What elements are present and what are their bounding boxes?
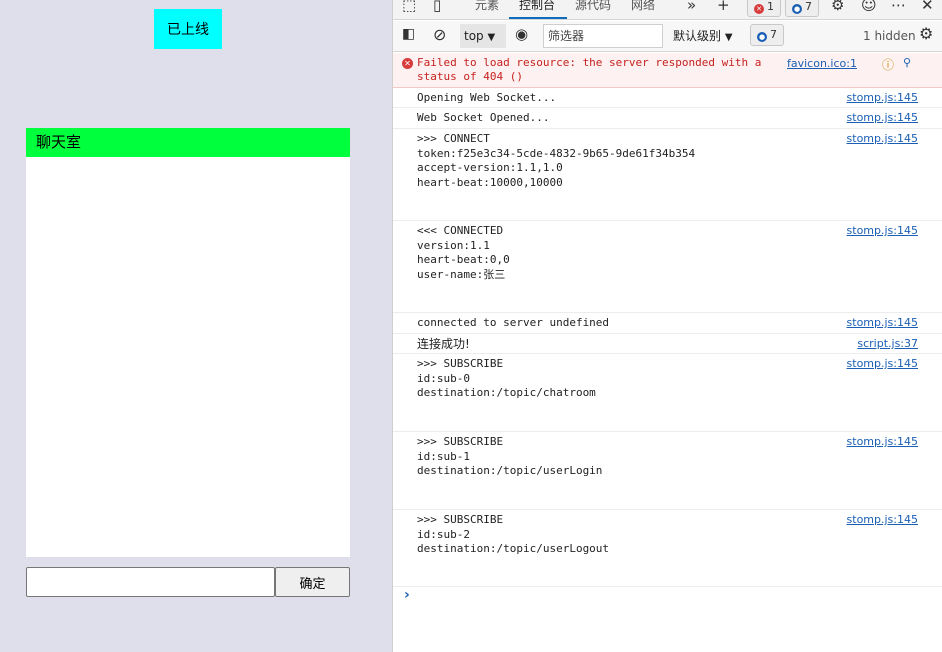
live-expression-eye-icon[interactable]: ◉ [515,25,528,43]
log-text: connected to server undefined [417,316,610,329]
log-row: >>> CONNECT token:f25e3c34-5cde-4832-9b6… [393,129,942,221]
message-input[interactable] [26,567,275,597]
log-row: 连接成功! script.js:37 [393,334,942,354]
info-icon[interactable]: ⓘ [882,56,894,73]
log-text: >>> SUBSCRIBE id:sub-2 destination:/topi… [417,513,610,555]
clear-console-icon[interactable]: ⊘ [433,25,446,44]
settings-gear-icon[interactable]: ⚙ [831,0,844,14]
error-message-row: ✕ Failed to load resource: the server re… [393,53,942,88]
sidebar-toggle-icon[interactable]: ◧ [402,26,415,42]
error-icon: ✕ [402,58,413,69]
issues-count: 7 [770,28,777,41]
console-settings-gear-icon[interactable]: ⚙ [919,24,933,43]
log-source-link[interactable]: stomp.js:145 [847,224,918,237]
log-row: >>> SUBSCRIBE id:sub-0 destination:/topi… [393,354,942,432]
context-value: top [464,29,484,43]
log-text: >>> CONNECT token:f25e3c34-5cde-4832-9b6… [417,132,696,189]
add-tab-icon[interactable]: + [717,0,730,14]
online-status-badge: 已上线 [154,9,222,49]
tab-console[interactable]: 控制台 [519,0,555,13]
log-text: <<< CONNECTED version:1.1 heart-beat:0,0… [417,224,510,281]
context-select[interactable]: top ▼ [460,24,506,48]
active-tab-indicator [509,17,567,19]
feedback-icon[interactable]: ☺ [861,0,877,14]
log-source-link[interactable]: stomp.js:145 [847,132,918,145]
console-prompt-chevron-icon[interactable]: › [404,587,410,603]
search-icon[interactable]: ⚲ [903,56,911,69]
error-count-badge[interactable]: ✕ 1 [747,0,781,17]
tab-sources[interactable]: 源代码 [575,0,611,13]
chevron-down-icon: ▼ [724,32,733,43]
log-source-link[interactable]: stomp.js:145 [847,357,918,370]
log-row: connected to server undefined stomp.js:1… [393,313,942,334]
issues-badge[interactable]: ● 7 [750,24,784,46]
hidden-count: 1 hidden [863,29,916,43]
tab-network[interactable]: 网络 [631,0,655,13]
error-icon: ✕ [754,4,764,14]
console-toolbar: ◧ ⊘ top ▼ ◉ 默认级别 ▼ ●7 1 hidden ⚙ [393,21,942,52]
log-row: Web Socket Opened... stomp.js:145 [393,108,942,129]
log-source-link[interactable]: stomp.js:145 [847,435,918,448]
message-count: 7 [805,0,812,13]
log-source-link[interactable]: stomp.js:145 [847,91,918,104]
log-level-select[interactable]: 默认级别 ▼ [673,24,733,50]
devtools-panel: ⬚ ▯ 元素 控制台 源代码 网络 » + ✕ 1 ● 7 ⚙ ☺ ⋯ ✕ ◧ ⊘ … [392,0,942,652]
devtools-tabbar: ⬚ ▯ 元素 控制台 源代码 网络 » + ✕ 1 ● 7 ⚙ ☺ ⋯ ✕ [393,0,942,20]
message-icon: ● [757,32,767,42]
more-tabs-icon[interactable]: » [687,0,696,14]
log-row: >>> SUBSCRIBE id:sub-1 destination:/topi… [393,432,942,510]
log-row: >>> SUBSCRIBE id:sub-2 destination:/topi… [393,510,942,587]
chevron-down-icon: ▼ [487,32,496,43]
inspect-element-icon[interactable]: ⬚ [402,0,416,14]
web-page: 已上线 聊天室 确定 [0,0,392,652]
console-output: ✕ Failed to load resource: the server re… [393,53,942,652]
error-source-link[interactable]: favicon.ico:1 [787,57,857,70]
log-text: >>> SUBSCRIBE id:sub-0 destination:/topi… [417,357,596,399]
message-count-badge[interactable]: ● 7 [785,0,819,17]
log-source-link[interactable]: script.js:37 [857,337,918,350]
error-message-text: Failed to load resource: the server resp… [417,56,768,83]
confirm-button[interactable]: 确定 [275,567,350,597]
log-row: Opening Web Socket... stomp.js:145 [393,88,942,108]
log-level-value: 默认级别 [673,29,722,43]
message-icon: ● [792,4,802,14]
more-options-icon[interactable]: ⋯ [891,0,906,14]
log-source-link[interactable]: stomp.js:145 [847,513,918,526]
log-source-link[interactable]: stomp.js:145 [847,316,918,329]
close-icon[interactable]: ✕ [921,0,934,14]
log-text: Web Socket Opened... [417,111,550,124]
filter-input[interactable] [543,24,663,48]
chat-room-panel: 聊天室 [26,128,350,557]
tab-elements[interactable]: 元素 [475,0,499,13]
chat-room-title: 聊天室 [26,128,350,157]
log-source-link[interactable]: stomp.js:145 [847,111,918,124]
device-toolbar-icon[interactable]: ▯ [433,0,441,14]
log-text: 连接成功! [417,337,470,351]
log-text: >>> SUBSCRIBE id:sub-1 destination:/topi… [417,435,603,477]
log-text: Opening Web Socket... [417,91,557,104]
log-row: <<< CONNECTED version:1.1 heart-beat:0,0… [393,221,942,313]
error-count: 1 [767,0,774,13]
